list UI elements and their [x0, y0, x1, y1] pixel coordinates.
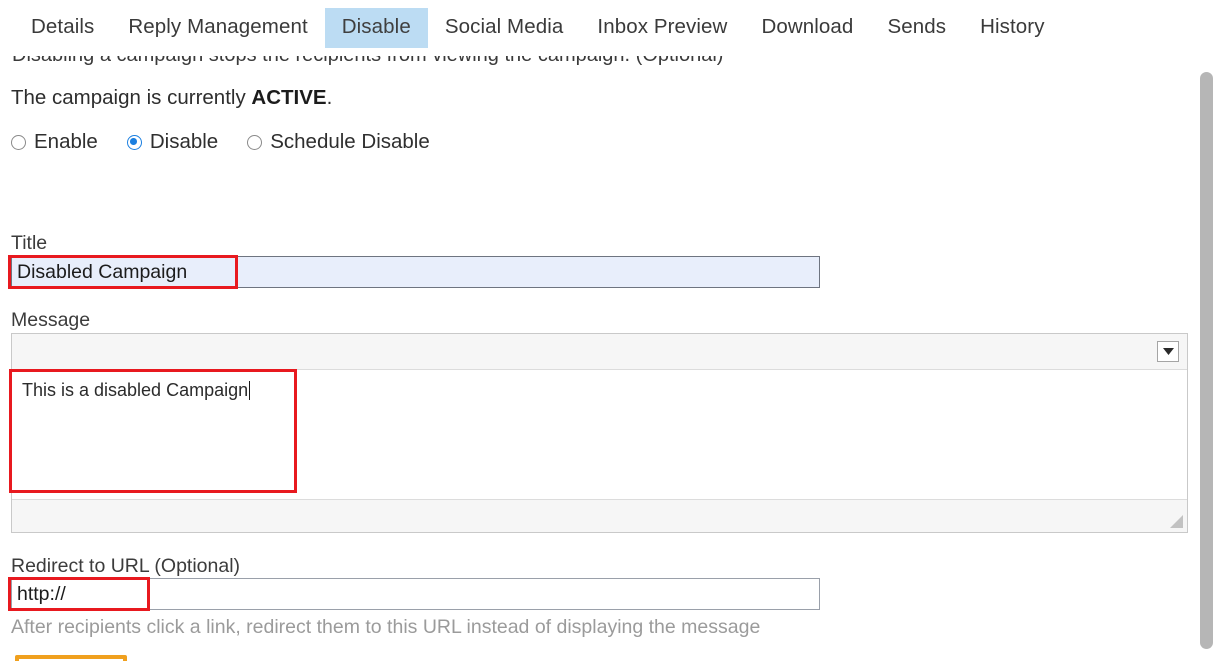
update-button-highlight: Update: [15, 655, 127, 661]
tab-history[interactable]: History: [963, 8, 1061, 48]
message-text: This is a disabled Campaign: [22, 380, 249, 400]
radio-circle-icon: [247, 134, 263, 150]
tab-social-media[interactable]: Social Media: [428, 8, 581, 48]
text-caret: [249, 381, 251, 400]
title-input[interactable]: [11, 256, 820, 288]
tab-details[interactable]: Details: [14, 8, 111, 48]
campaign-status-line: The campaign is currently ACTIVE.: [11, 86, 332, 110]
status-suffix: .: [326, 86, 333, 109]
radio-enable[interactable]: Enable: [11, 130, 98, 154]
message-editor: This is a disabled Campaign: [11, 333, 1188, 533]
radio-disable-label: Disable: [149, 130, 219, 153]
message-label: Message: [11, 309, 91, 331]
radio-circle-icon: [11, 134, 26, 150]
radio-schedule-disable[interactable]: Schedule Disable: [247, 130, 430, 154]
vertical-scrollbar[interactable]: [1196, 56, 1216, 661]
resize-grip-icon[interactable]: [1170, 515, 1183, 528]
status-badge: ACTIVE: [251, 86, 327, 109]
tab-inbox-preview[interactable]: Inbox Preview: [580, 8, 744, 48]
radio-enable-label: Enable: [34, 130, 98, 153]
tab-download[interactable]: Download: [744, 8, 870, 48]
radio-schedule-disable-label: Schedule Disable: [270, 130, 430, 153]
scrollbar-thumb[interactable]: [1200, 72, 1213, 649]
redirect-url-label: Redirect to URL (Optional): [11, 555, 241, 577]
disable-tab-panel: Disabling a campaign stops the recipient…: [0, 56, 1196, 661]
tab-sends[interactable]: Sends: [870, 8, 963, 48]
redirect-url-helper-text: After recipients click a link, redirect …: [11, 616, 761, 638]
disable-mode-radio-group: Enable Disable Schedule Disable: [11, 130, 459, 154]
radio-disable[interactable]: Disable: [126, 130, 219, 154]
clipped-description-text: Disabling a campaign stops the recipient…: [12, 56, 1172, 72]
radio-circle-selected-icon: [126, 134, 142, 150]
tab-disable[interactable]: Disable: [324, 8, 428, 48]
tab-reply-management[interactable]: Reply Management: [111, 8, 324, 48]
chevron-down-icon[interactable]: [1157, 341, 1179, 362]
title-label: Title: [11, 232, 48, 254]
status-prefix: The campaign is currently: [11, 86, 252, 109]
message-editor-body[interactable]: This is a disabled Campaign: [12, 370, 1187, 499]
tab-bar: Details Reply Management Disable Social …: [0, 0, 1216, 56]
message-editor-statusbar: [12, 499, 1187, 532]
message-editor-toolbar: [12, 334, 1187, 370]
redirect-url-input[interactable]: [11, 578, 820, 610]
